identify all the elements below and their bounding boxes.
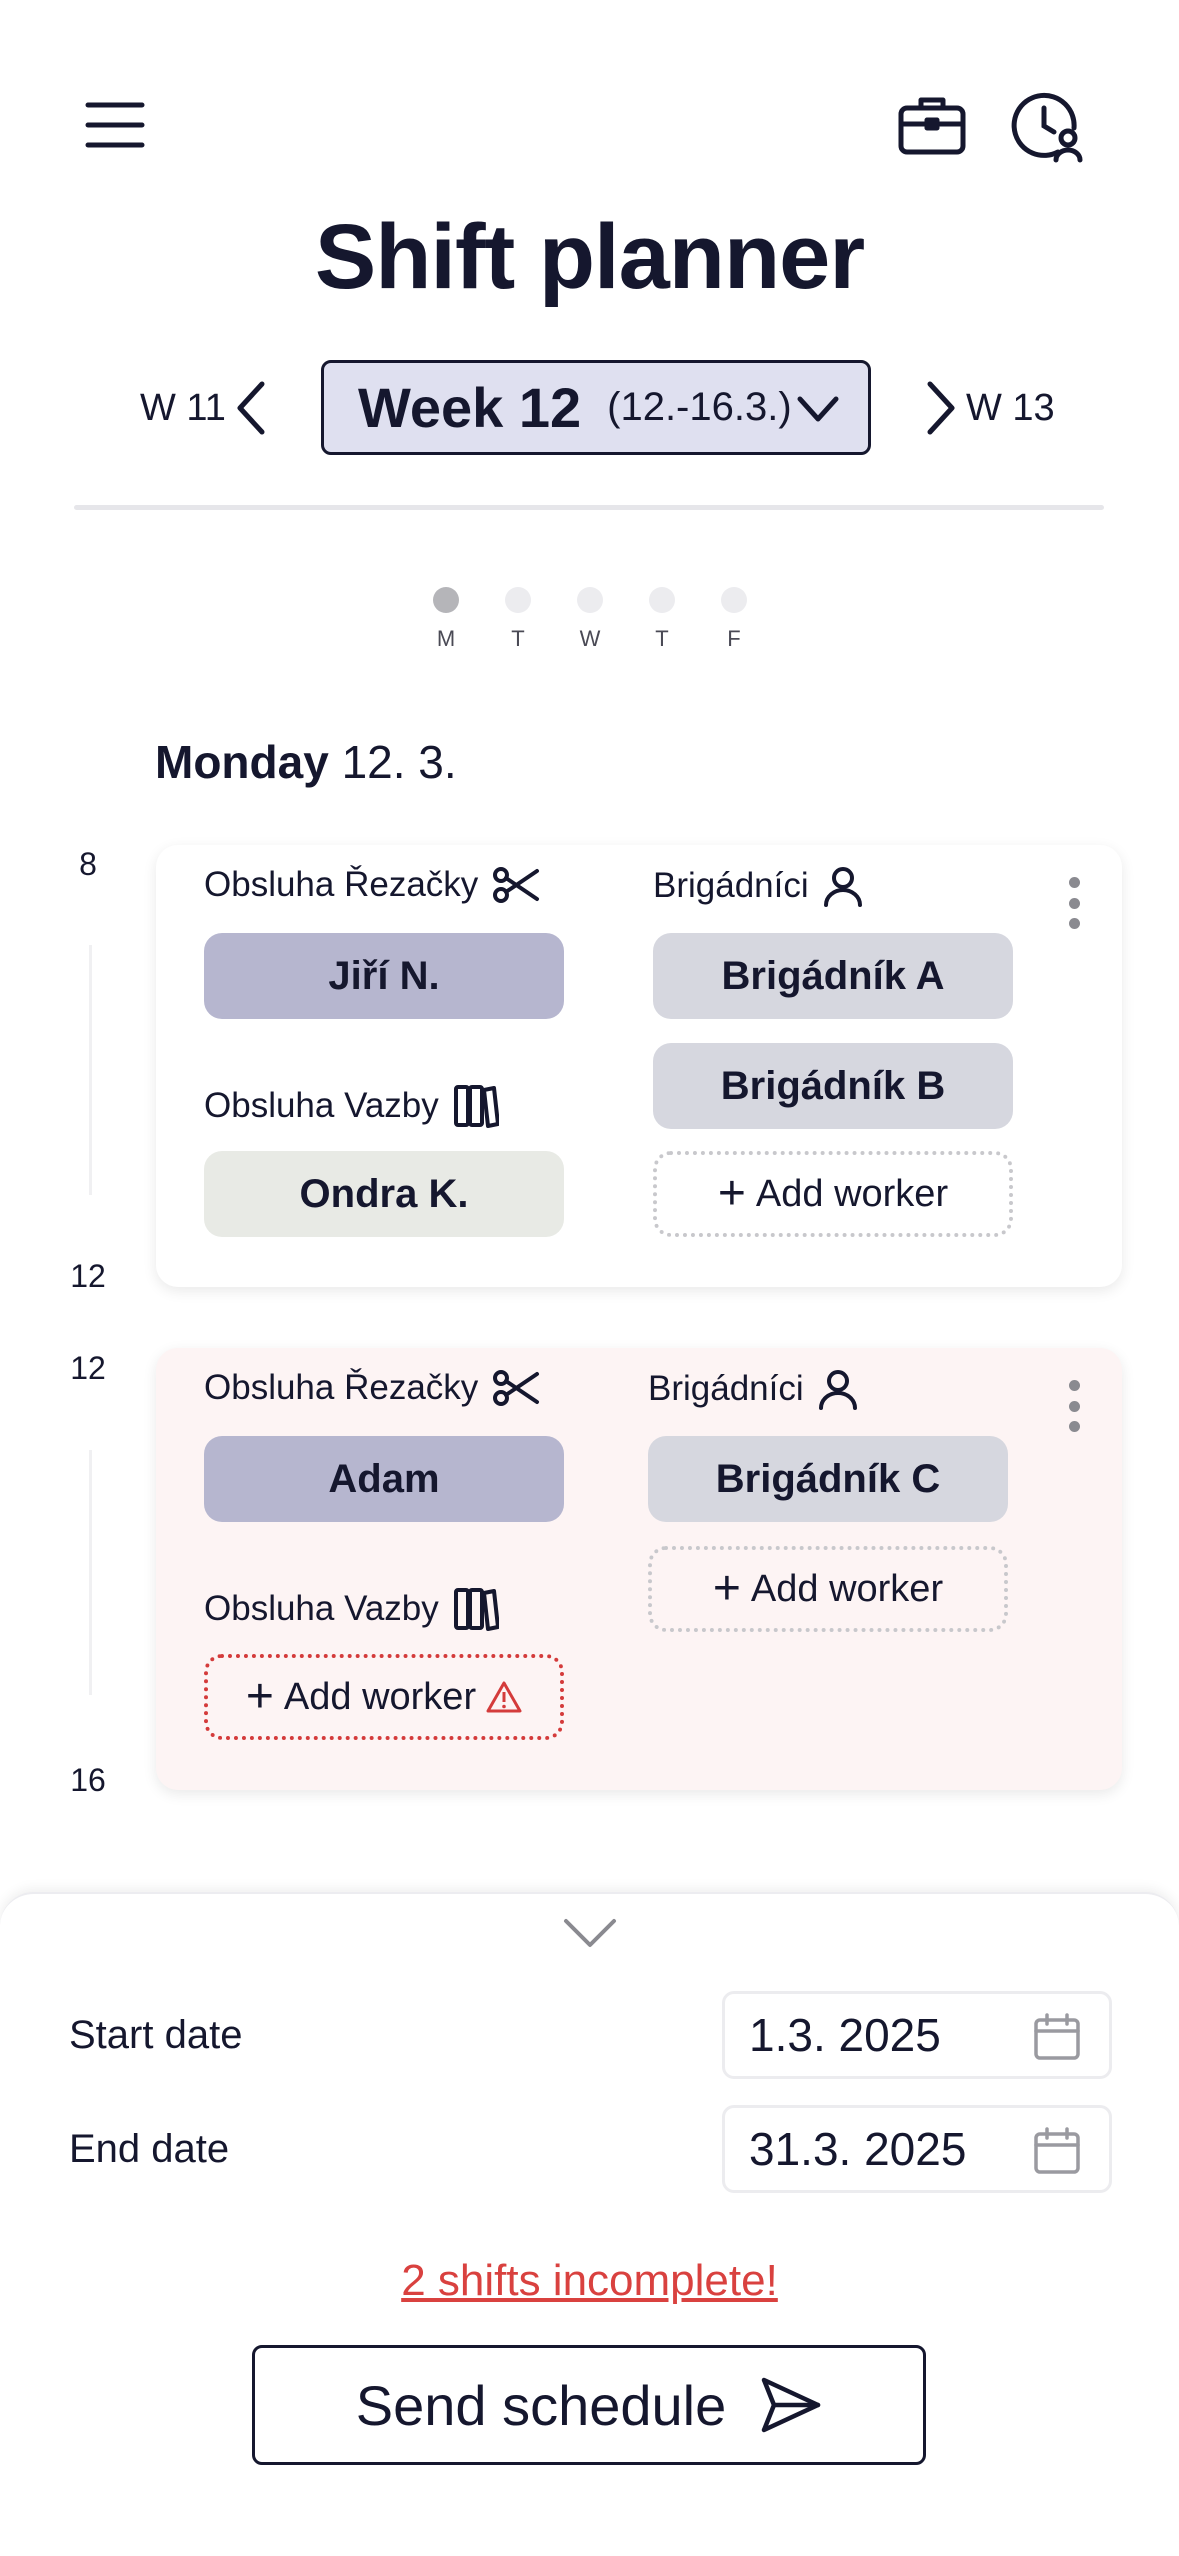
worker-chip[interactable]: Adam [204,1436,564,1522]
scissors-icon [492,865,540,905]
send-icon [760,2376,822,2434]
day-heading-date: 12. 3. [341,736,457,788]
worker-chip[interactable]: Brigádník A [653,933,1013,1019]
plus-icon: + [712,1562,741,1615]
start-date-value: 1.3. 2025 [749,2009,941,2061]
role-label-temps: Brigádníci [648,1368,858,1410]
role-label-cutter: Obsluha Řezačky [204,865,540,905]
end-date-value: 31.3. 2025 [749,2123,967,2175]
hamburger-menu-icon[interactable] [80,90,150,160]
send-schedule-button[interactable]: Send schedule [252,2345,926,2465]
prev-week-button[interactable]: W 11 [140,378,268,438]
worker-chip[interactable]: Jiří N. [204,933,564,1019]
shift-1-end-hour: 12 [70,1258,106,1294]
day-dot-tuesday[interactable] [505,587,531,613]
calendar-icon[interactable] [1033,2012,1081,2062]
shift-2-end-hour: 16 [70,1762,106,1798]
role-label-binding: Obsluha Vazby [204,1586,499,1632]
day-dot-thursday[interactable] [649,587,675,613]
send-schedule-label: Send schedule [355,2373,727,2437]
time-axis-line [89,1450,92,1695]
books-icon [453,1586,499,1632]
week-select-dropdown[interactable]: Week 12 (12.-16.3.) [321,360,871,455]
briefcase-icon[interactable] [896,90,968,160]
shift-card: Obsluha Řezačky Jiří N. Obsluha Vazby On… [156,845,1122,1287]
day-dot-wednesday[interactable] [577,587,603,613]
day-heading-weekday: Monday [155,736,329,788]
role-name: Obsluha Vazby [204,1086,439,1125]
chevron-down-icon [796,387,840,431]
warning-icon [486,1680,522,1714]
day-heading: Monday 12. 3. [155,735,457,789]
role-name: Obsluha Řezačky [204,865,479,904]
end-date-field[interactable]: 31.3. 2025 [722,2105,1112,2193]
shift-1-start-hour: 8 [79,846,97,882]
calendar-icon[interactable] [1033,2126,1081,2176]
next-week-button[interactable]: W 13 [924,378,1055,438]
clock-user-icon[interactable] [1008,88,1088,164]
start-date-label: Start date [69,2013,243,2057]
role-label-cutter: Obsluha Řezačky [204,1368,540,1408]
add-worker-label: Add worker [755,1172,949,1215]
more-options-icon[interactable] [1062,873,1086,933]
add-worker-label: Add worker [750,1567,944,1610]
day-label-thursday: T [655,626,669,651]
plus-icon: + [717,1167,746,1220]
day-label-wednesday: W [579,626,601,651]
role-name: Obsluha Řezačky [204,1368,479,1407]
worker-chip[interactable]: Ondra K. [204,1151,564,1237]
add-worker-label: Add worker [283,1675,477,1718]
day-dot-friday[interactable] [721,587,747,613]
add-worker-button[interactable]: + Add worker [653,1151,1013,1237]
shift-2-start-hour: 12 [70,1350,106,1386]
incomplete-shifts-link[interactable]: 2 shifts incomplete! [0,2256,1179,2306]
time-axis-line [89,945,92,1195]
person-icon [818,1368,858,1410]
end-date-label: End date [69,2127,230,2171]
prev-week-label: W 11 [140,386,226,429]
shift-card-incomplete: Obsluha Řezačky Adam Obsluha Vazby + Add… [156,1348,1122,1790]
role-label-temps: Brigádníci [653,865,863,907]
chevron-left-icon [234,380,268,436]
worker-chip[interactable]: Brigádník B [653,1043,1013,1129]
day-label-tuesday: T [511,626,525,651]
role-name: Brigádníci [648,1369,804,1408]
current-week-label: Week 12 [358,376,582,439]
books-icon [453,1083,499,1129]
day-label-monday: M [436,626,456,651]
worker-chip[interactable]: Brigádník C [648,1436,1008,1522]
add-worker-button-missing[interactable]: + Add worker [204,1654,564,1740]
chevron-down-icon[interactable] [560,1913,620,1953]
more-options-icon[interactable] [1062,1376,1086,1436]
role-name: Brigádníci [653,866,809,905]
current-week-range: (12.-16.3.) [607,385,792,429]
day-dot-monday[interactable] [433,587,459,613]
chevron-right-icon [924,380,958,436]
next-week-label: W 13 [966,386,1055,429]
scissors-icon [492,1368,540,1408]
add-worker-button[interactable]: + Add worker [648,1546,1008,1632]
role-label-binding: Obsluha Vazby [204,1083,499,1129]
page-title: Shift planner [314,206,865,308]
plus-icon: + [245,1670,274,1723]
start-date-field[interactable]: 1.3. 2025 [722,1991,1112,2079]
day-label-friday: F [727,626,741,651]
divider [74,505,1104,510]
role-name: Obsluha Vazby [204,1589,439,1628]
person-icon [823,865,863,907]
